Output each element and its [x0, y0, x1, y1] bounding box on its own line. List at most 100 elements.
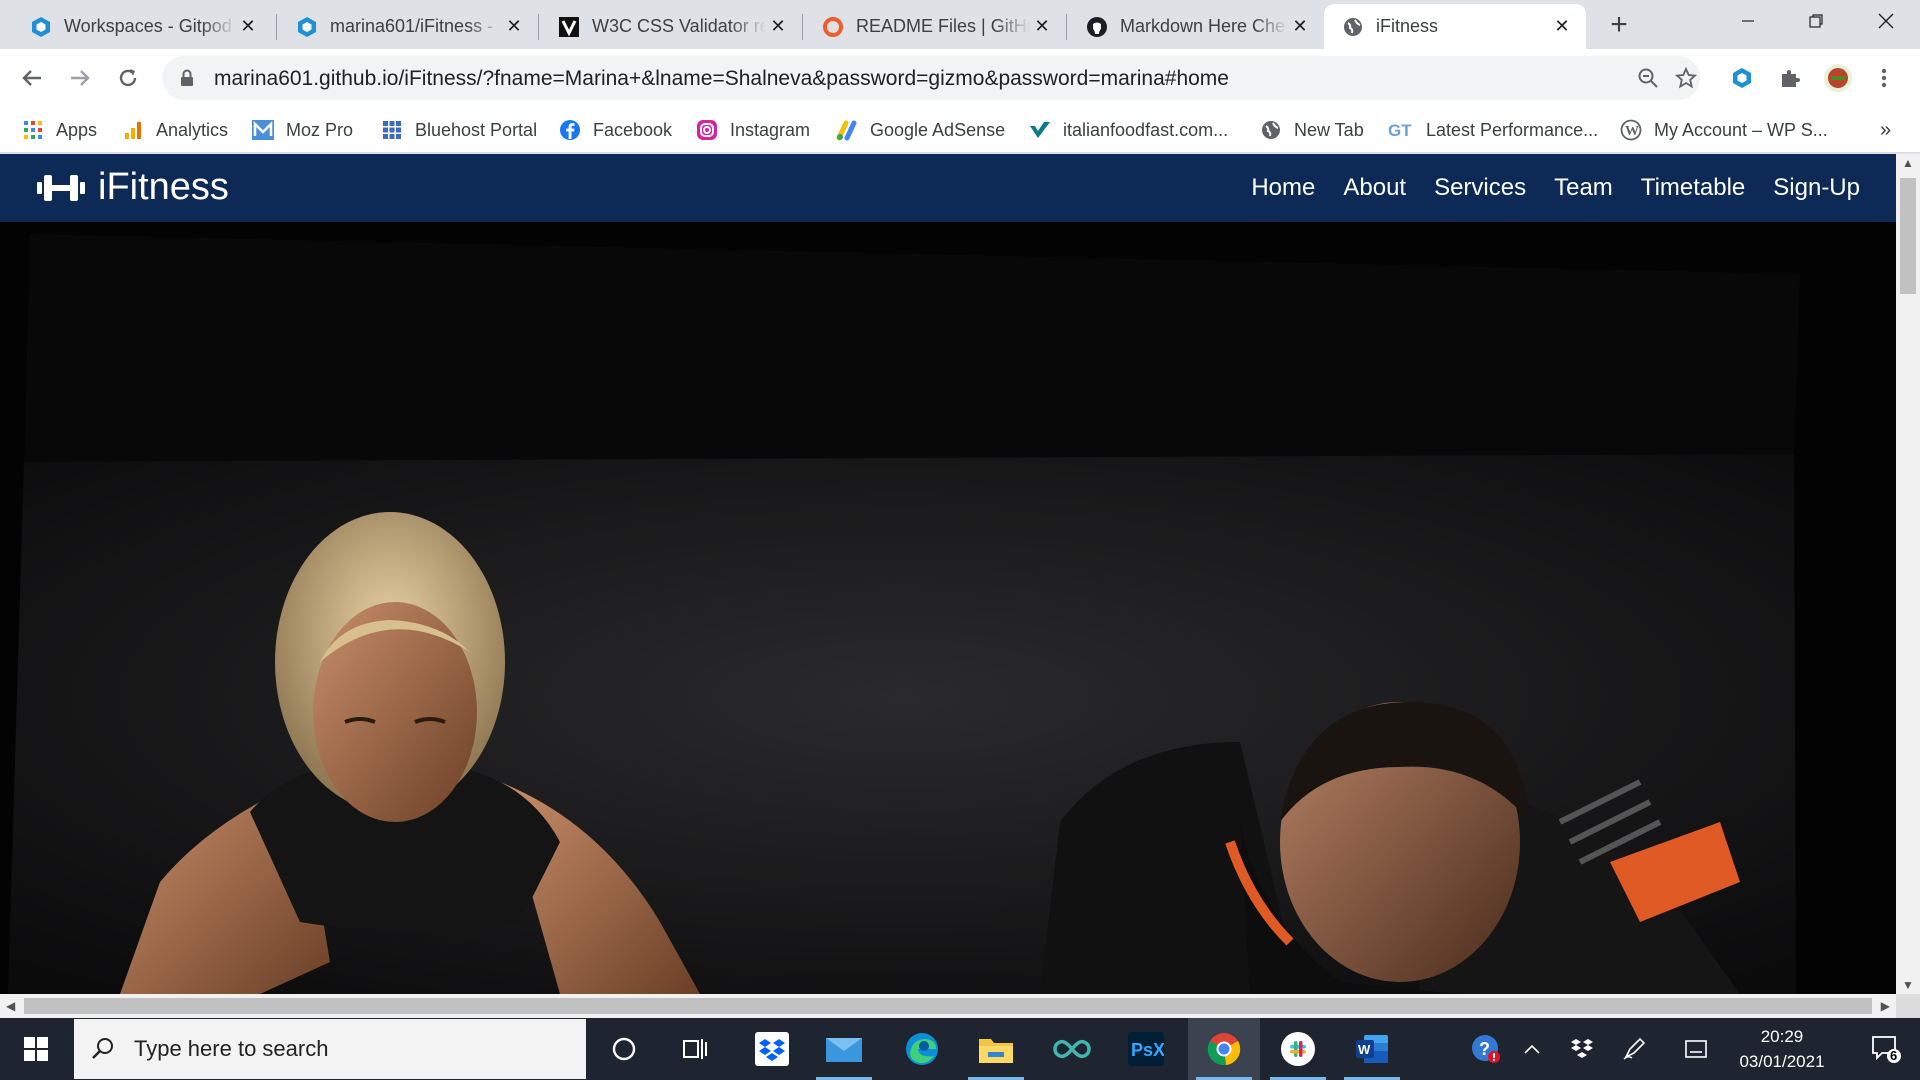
close-tab-icon[interactable]: ✕ — [1288, 15, 1312, 39]
minimize-icon — [1742, 20, 1754, 22]
close-tab-icon[interactable]: ✕ — [1550, 15, 1574, 39]
reload-button[interactable] — [110, 60, 146, 96]
taskbar-file-explorer[interactable] — [960, 1018, 1032, 1080]
scrollbar-corner — [1896, 994, 1920, 1018]
adsense-icon — [836, 119, 858, 141]
bluehost-icon — [381, 119, 403, 141]
bookmark-italianfoodfast[interactable]: italianfoodfast.com... — [1029, 107, 1228, 153]
bookmark-new-tab[interactable]: New Tab — [1260, 107, 1364, 153]
horizontal-scroll-thumb[interactable] — [24, 998, 1872, 1014]
nav-home[interactable]: Home — [1251, 174, 1315, 202]
taskbar-chrome[interactable] — [1188, 1018, 1260, 1080]
action-center-button[interactable]: 6 — [1858, 1018, 1914, 1080]
nav-about[interactable]: About — [1343, 174, 1406, 202]
gitpod-extension-icon[interactable] — [1724, 60, 1760, 96]
bookmark-moz-pro[interactable]: Moz Pro — [252, 107, 353, 153]
tab-readme-files[interactable]: README Files | GitHu ✕ — [804, 4, 1066, 49]
start-button[interactable] — [0, 1018, 72, 1080]
psx-icon: PsX — [1128, 1032, 1164, 1066]
nav-team[interactable]: Team — [1554, 174, 1613, 202]
close-icon — [1878, 13, 1894, 29]
tab-ifitness[interactable]: iFitness ✕ — [1324, 4, 1586, 49]
close-window-button[interactable] — [1852, 0, 1920, 42]
gitpod-icon — [30, 16, 52, 38]
zoom-icon[interactable] — [1634, 64, 1662, 92]
bookmark-bluehost-portal[interactable]: Bluehost Portal — [381, 107, 537, 153]
back-button[interactable] — [14, 60, 50, 96]
profile-avatar[interactable] — [1820, 60, 1856, 96]
horizontal-scrollbar[interactable]: ◀ ▶ — [0, 994, 1896, 1018]
bookmark-label: Apps — [56, 119, 98, 140]
forward-button[interactable] — [62, 60, 98, 96]
bookmark-label: Instagram — [730, 119, 811, 140]
star-icon[interactable] — [1672, 64, 1700, 92]
bookmark-instagram[interactable]: Instagram — [696, 107, 810, 153]
tab-workspaces-gitpod[interactable]: Workspaces - Gitpod ✕ — [12, 4, 272, 49]
vertical-scroll-thumb[interactable] — [1900, 178, 1916, 294]
bookmark-google-adsense[interactable]: Google AdSense — [836, 107, 1005, 153]
brand-name: iFitness — [98, 166, 229, 208]
browser-menu-icon[interactable] — [1866, 60, 1902, 96]
tab-marina601-ifitness[interactable]: marina601/iFitness - ✕ — [278, 4, 538, 49]
scroll-up-icon[interactable]: ▲ — [1902, 156, 1914, 170]
nav-sign-up[interactable]: Sign-Up — [1773, 174, 1860, 202]
taskbar-photoshop-express[interactable]: PsX — [1110, 1018, 1182, 1080]
nav-timetable[interactable]: Timetable — [1641, 174, 1745, 202]
hero-image — [0, 222, 1896, 994]
dropbox-icon — [755, 1032, 789, 1066]
bookmark-apps[interactable]: Apps — [22, 107, 97, 153]
taskbar-mail[interactable] — [808, 1018, 880, 1080]
scroll-down-icon[interactable]: ▼ — [1902, 978, 1914, 992]
close-tab-icon[interactable]: ✕ — [502, 15, 526, 39]
tray-dropbox[interactable] — [1566, 1018, 1598, 1080]
nav-services[interactable]: Services — [1434, 174, 1526, 202]
cortana-button[interactable] — [588, 1018, 660, 1080]
new-tab-button[interactable]: + — [1603, 10, 1635, 42]
taskbar-slack[interactable] — [1262, 1018, 1334, 1080]
globe-icon — [1260, 119, 1282, 141]
bookmark-facebook[interactable]: Facebook — [559, 107, 672, 153]
close-tab-icon[interactable]: ✕ — [1030, 15, 1054, 39]
tray-touch-keyboard[interactable] — [1680, 1018, 1712, 1080]
vertical-scrollbar[interactable]: ▲ ▼ — [1896, 154, 1920, 994]
tab-divider — [802, 14, 803, 40]
site-logo[interactable]: iFitness — [36, 166, 229, 209]
bookmark-latest-performance[interactable]: GT Latest Performance... — [1388, 107, 1598, 153]
tab-markdown-here[interactable]: Markdown Here Che ✕ — [1068, 4, 1324, 49]
taskbar-arduino[interactable] — [1036, 1018, 1108, 1080]
bookmark-my-account-wp[interactable]: W My Account – WP S... — [1620, 107, 1828, 153]
site-nav-links: Home About Services Team Timetable Sign-… — [1251, 174, 1860, 202]
gtmetrix-icon: GT — [1388, 119, 1414, 141]
taskbar-edge[interactable] — [886, 1018, 958, 1080]
url-text[interactable]: marina601.github.io/iFitness/?fname=Mari… — [214, 67, 1229, 91]
task-view-button[interactable] — [660, 1018, 732, 1080]
reload-icon — [119, 69, 137, 87]
tray-help[interactable]: ? — [1466, 1018, 1506, 1080]
minimize-button[interactable] — [1714, 0, 1782, 42]
bookmark-analytics[interactable]: Analytics — [122, 107, 228, 153]
github-icon — [1086, 16, 1108, 38]
site-navbar: iFitness Home About Services Team Timeta… — [0, 154, 1896, 222]
taskbar-search[interactable]: Type here to search — [74, 1019, 586, 1079]
taskbar-word[interactable]: W — [1336, 1018, 1408, 1080]
restore-button[interactable] — [1782, 0, 1850, 42]
bookmarks-bar: Apps Analytics Moz Pro Bluehost Portal F… — [0, 107, 1920, 153]
bookmarks-overflow-button[interactable]: » — [1880, 107, 1891, 153]
extensions-puzzle-icon[interactable] — [1772, 60, 1808, 96]
web-page: iFitness Home About Services Team Timeta… — [0, 154, 1896, 994]
show-hidden-icons-button[interactable] — [1516, 1018, 1548, 1080]
scroll-right-icon[interactable]: ▶ — [1881, 999, 1890, 1013]
scroll-left-icon[interactable]: ◀ — [6, 999, 15, 1013]
taskbar-dropbox[interactable] — [736, 1018, 808, 1080]
close-tab-icon[interactable]: ✕ — [236, 15, 260, 39]
tray-pen[interactable] — [1618, 1018, 1650, 1080]
tab-w3c-css-validator[interactable]: W3C CSS Validator re ✕ — [540, 4, 802, 49]
tab-divider — [1066, 14, 1067, 40]
bookmark-label: Facebook — [593, 119, 673, 140]
windows-taskbar: Type here to search PsX W ? 20:29 03/01/… — [0, 1018, 1920, 1080]
taskbar-clock[interactable]: 20:29 03/01/2021 — [1722, 1024, 1842, 1074]
chrome-icon — [1207, 1033, 1241, 1066]
address-bar[interactable]: marina601.github.io/iFitness/?fname=Mari… — [162, 56, 1700, 100]
close-tab-icon[interactable]: ✕ — [766, 15, 790, 39]
readme-icon — [822, 16, 844, 38]
